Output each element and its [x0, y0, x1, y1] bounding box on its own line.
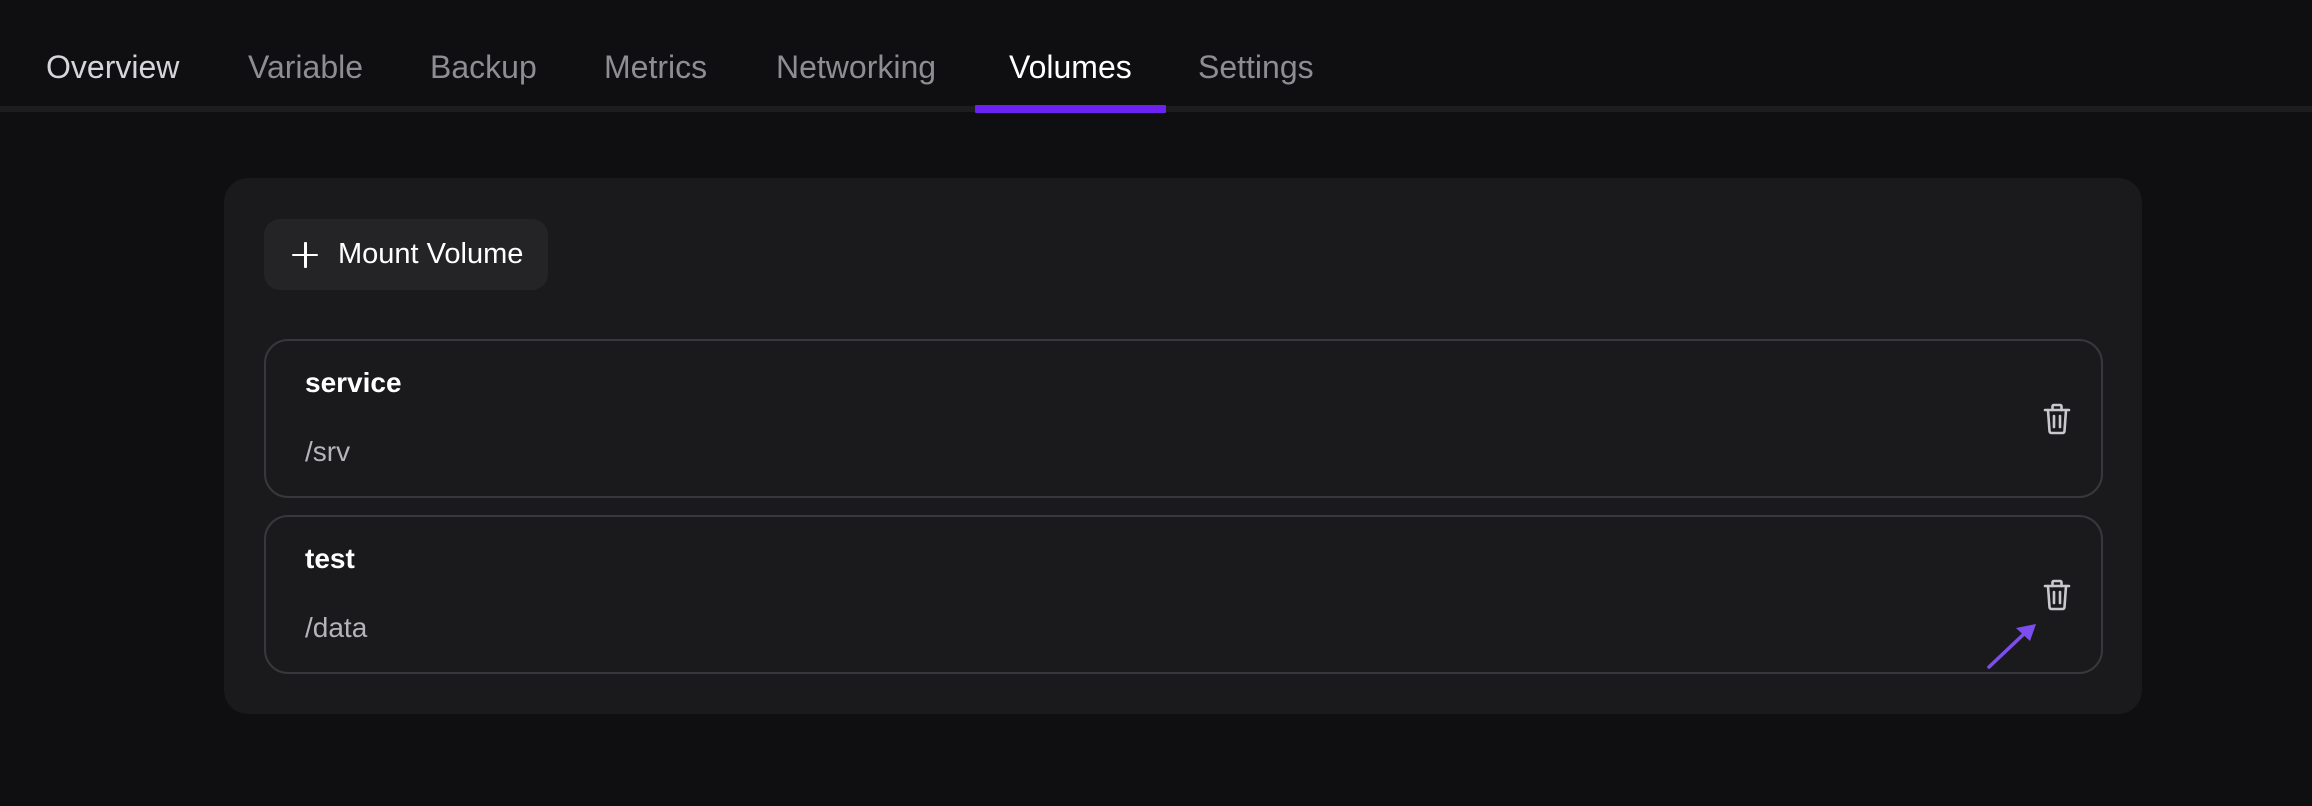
tab-backup[interactable]: Backup — [430, 40, 537, 94]
volume-name: service — [305, 367, 402, 398]
trash-icon[interactable] — [2043, 579, 2071, 611]
pointer-arrow-icon — [1986, 620, 2038, 670]
tab-bar: Overview Variable Backup Metrics Network… — [0, 0, 2312, 113]
volume-path: /data — [305, 612, 368, 643]
mount-volume-button[interactable]: Mount Volume — [264, 219, 548, 290]
mount-volume-label: Mount Volume — [338, 238, 524, 270]
trash-icon[interactable] — [2043, 403, 2071, 435]
active-tab-indicator — [975, 105, 1166, 113]
volume-card: test /data — [264, 515, 2103, 674]
tab-variable[interactable]: Variable — [248, 40, 363, 94]
tab-settings[interactable]: Settings — [1198, 40, 1314, 94]
tab-metrics[interactable]: Metrics — [604, 40, 707, 94]
volume-card: service /srv — [264, 339, 2103, 498]
tab-overview[interactable]: Overview — [46, 40, 179, 94]
volumes-panel: Mount Volume service /srv test /data — [224, 178, 2142, 714]
tab-volumes[interactable]: Volumes — [1009, 40, 1132, 94]
tab-networking[interactable]: Networking — [776, 40, 936, 94]
volume-path: /srv — [305, 436, 351, 467]
plus-icon — [292, 241, 318, 268]
volume-name: test — [305, 543, 355, 574]
